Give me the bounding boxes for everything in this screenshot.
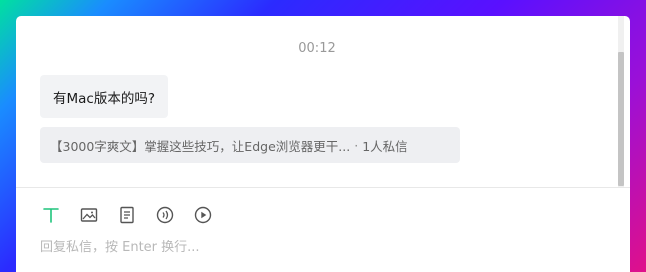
video-button[interactable]	[192, 204, 214, 226]
image-button[interactable]	[78, 204, 100, 226]
audio-icon	[156, 206, 174, 224]
wechat-icon	[528, 234, 550, 251]
shared-article-card[interactable]: 【3000字爽文】掌握这些技巧，让Edge浏览器更干... · 1人私信	[40, 127, 460, 163]
scrollbar[interactable]	[618, 16, 624, 188]
reply-toolbar	[40, 204, 214, 226]
text-icon	[43, 208, 59, 223]
image-icon	[80, 208, 98, 222]
video-icon	[194, 206, 212, 224]
watermark: 小斐实战	[528, 232, 616, 253]
message-bubble: 有Mac版本的吗?	[40, 75, 169, 118]
document-button[interactable]	[116, 204, 138, 226]
text-format-button[interactable]	[40, 204, 62, 226]
audio-button[interactable]	[154, 204, 176, 226]
reply-input[interactable]	[40, 240, 500, 255]
scrollbar-thumb[interactable]	[618, 52, 624, 186]
watermark-text: 小斐实战	[556, 234, 617, 252]
message-text: 有Mac版本的吗?	[53, 90, 156, 107]
shared-article-meta: 1人私信	[362, 138, 408, 154]
card-separator: ·	[354, 137, 359, 153]
message-timestamp: 00:12	[298, 41, 336, 56]
shared-article-title: 【3000字爽文】掌握这些技巧，让Edge浏览器更干...	[50, 138, 351, 154]
divider	[16, 187, 630, 188]
document-icon	[120, 206, 134, 224]
